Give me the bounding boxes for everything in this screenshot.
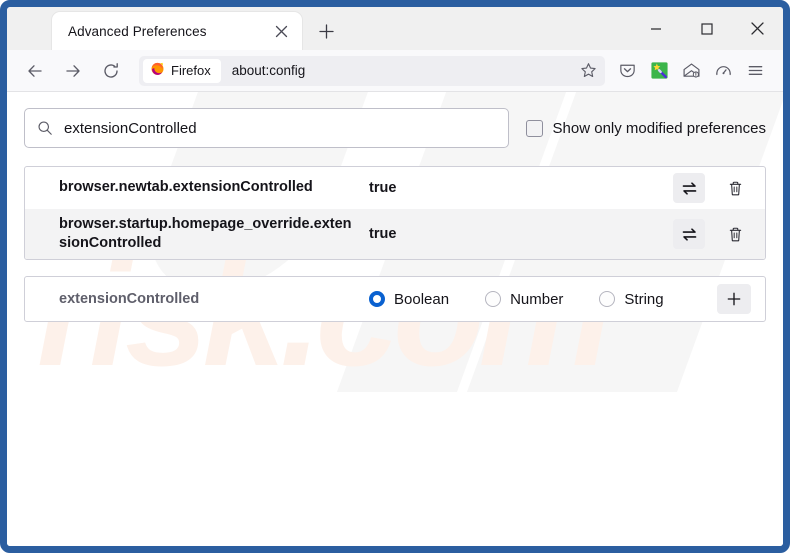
tab-title: Advanced Preferences <box>68 23 207 39</box>
radio-string-indicator[interactable] <box>599 291 616 308</box>
preference-value: true <box>369 226 397 243</box>
account-icon[interactable] <box>707 55 739 87</box>
radio-boolean-indicator[interactable] <box>369 291 385 308</box>
new-preference-row: extensionControlled Boolean Number Strin… <box>24 276 766 323</box>
search-icon <box>37 120 53 136</box>
radio-option-boolean[interactable]: Boolean <box>369 291 449 308</box>
toggle-swap-icon[interactable] <box>673 219 705 250</box>
forward-arrow-icon[interactable] <box>57 55 89 87</box>
radio-option-string[interactable]: String <box>599 290 664 308</box>
mail-icon[interactable] <box>675 55 707 87</box>
hamburger-menu-icon[interactable] <box>739 55 771 87</box>
new-tab-button[interactable] <box>312 17 340 45</box>
firefox-logo-icon <box>150 61 165 81</box>
close-icon[interactable] <box>270 20 292 42</box>
search-box[interactable] <box>24 108 509 148</box>
toggle-swap-icon[interactable] <box>673 173 705 203</box>
trash-icon[interactable] <box>719 219 751 249</box>
window-controls <box>630 7 783 50</box>
new-preference-name: extensionControlled <box>59 291 200 308</box>
preferences-table: browser.newtab.extensionControlled true <box>24 166 766 261</box>
minimize-icon[interactable] <box>630 7 681 50</box>
maximize-icon[interactable] <box>681 7 732 50</box>
tab-strip: Advanced Preferences <box>7 7 783 50</box>
preference-value: true <box>369 180 397 196</box>
new-preference-type-group: Boolean Number String <box>359 291 711 308</box>
about-config-page: risk.com Show only modified preferences <box>7 92 783 546</box>
browser-window: Advanced Preferences Firefox about:confi… <box>0 0 790 553</box>
back-arrow-icon[interactable] <box>19 55 51 87</box>
radio-number-label: Number <box>510 290 564 308</box>
pocket-icon[interactable] <box>611 55 643 87</box>
extension-magic-wand-icon[interactable] <box>643 55 675 87</box>
table-row[interactable]: browser.newtab.extensionControlled true <box>25 167 765 209</box>
show-modified-label: Show only modified preferences <box>552 119 766 137</box>
radio-string-label: String <box>624 290 664 308</box>
table-row[interactable]: browser.startup.homepage_override.extens… <box>25 209 765 260</box>
close-window-icon[interactable] <box>732 7 783 50</box>
address-bar[interactable]: Firefox about:config <box>139 55 605 86</box>
reload-icon[interactable] <box>95 55 127 87</box>
radio-option-number[interactable]: Number <box>485 291 563 308</box>
radio-number-indicator[interactable] <box>485 291 502 308</box>
star-icon[interactable] <box>575 58 601 84</box>
radio-boolean-label: Boolean <box>394 290 450 308</box>
show-modified-checkbox[interactable] <box>525 119 543 137</box>
navigation-toolbar: Firefox about:config <box>7 50 783 92</box>
search-input[interactable] <box>64 119 496 137</box>
identity-chip[interactable]: Firefox <box>143 58 221 83</box>
browser-tab-advanced-preferences[interactable]: Advanced Preferences <box>52 12 302 50</box>
add-preference-button[interactable] <box>717 284 751 315</box>
preference-name: browser.newtab.extensionControlled <box>59 179 313 196</box>
url-text[interactable]: about:config <box>221 63 575 78</box>
show-modified-preferences-control[interactable]: Show only modified preferences <box>525 119 766 137</box>
search-row: Show only modified preferences <box>24 108 766 148</box>
identity-label: Firefox <box>171 63 211 78</box>
trash-icon[interactable] <box>719 173 751 203</box>
preference-name: browser.startup.homepage_override.extens… <box>59 216 352 252</box>
